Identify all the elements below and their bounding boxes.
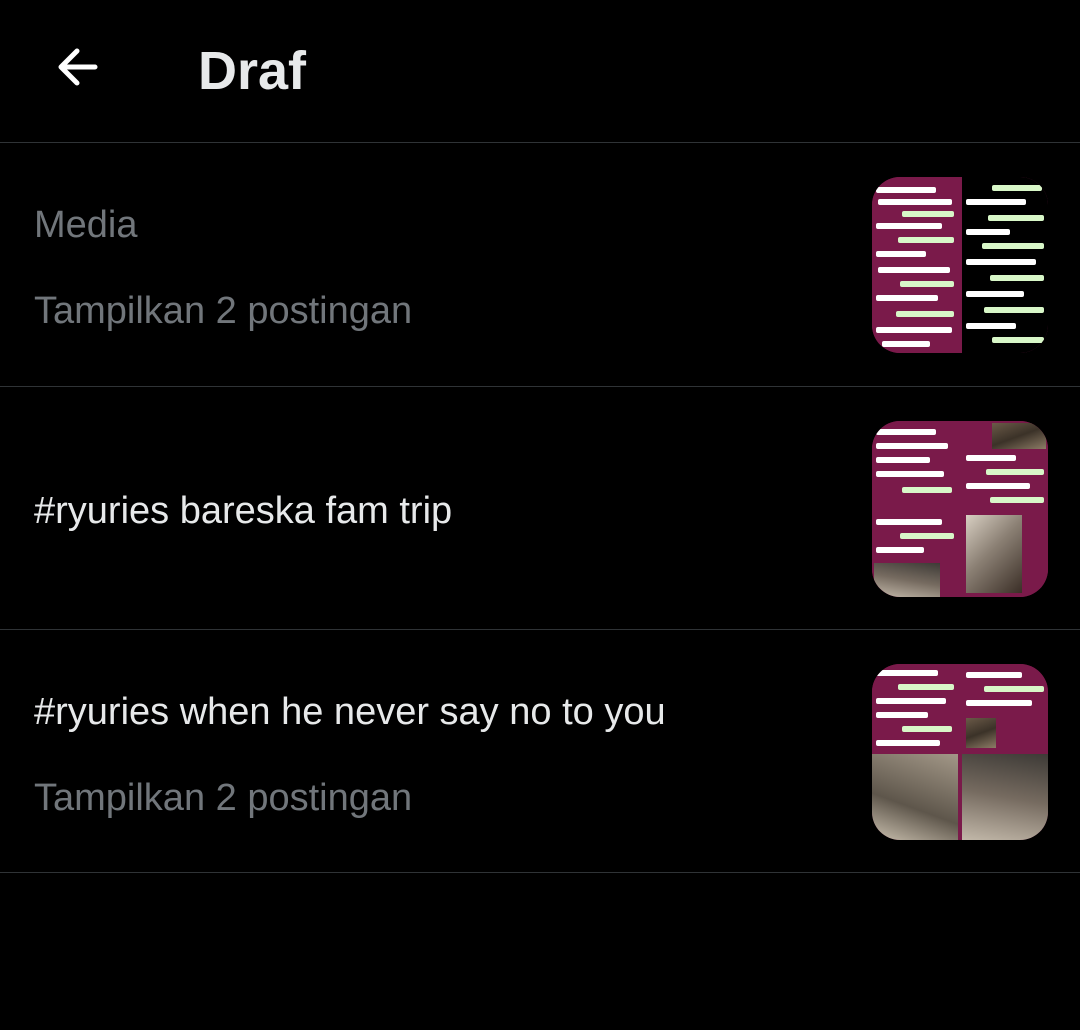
thumbnail-photo [872, 754, 958, 840]
thumbnail-chat-screenshot [872, 664, 958, 750]
draft-thumbnail [872, 664, 1048, 840]
draft-title: #ryuries bareska fam trip [34, 490, 453, 532]
arrow-left-icon [58, 48, 98, 86]
draft-thumbnail [872, 421, 1048, 597]
thumbnail-chat-screenshot [872, 421, 958, 507]
draft-title: #ryuries when he never say no to you [34, 691, 666, 733]
draft-item-media[interactable]: Media Tampilkan 2 postingan [0, 143, 1080, 387]
draft-item-never-say-no[interactable]: #ryuries when he never say no to you Tam… [0, 630, 1080, 873]
draft-subtitle: Tampilkan 2 postingan [34, 777, 413, 819]
thumbnail-photo [962, 511, 1048, 597]
thumbnail-photo [962, 754, 1048, 840]
thumbnail-chat-screenshot [962, 664, 1048, 750]
draft-item-bareska-fam-trip[interactable]: #ryuries bareska fam trip [0, 387, 1080, 630]
top-app-bar: Draf [0, 0, 1080, 143]
page-title: Draf [198, 41, 307, 101]
thumbnail-chat-screenshot [962, 177, 1048, 353]
draft-thumbnail [872, 177, 1048, 353]
thumbnail-chat-screenshot [962, 421, 1048, 507]
back-button[interactable] [40, 28, 114, 106]
draft-subtitle: Tampilkan 2 postingan [34, 290, 413, 332]
thumbnail-chat-screenshot [872, 511, 958, 597]
thumbnail-chat-screenshot [872, 177, 958, 353]
draft-title: Media [34, 204, 138, 246]
